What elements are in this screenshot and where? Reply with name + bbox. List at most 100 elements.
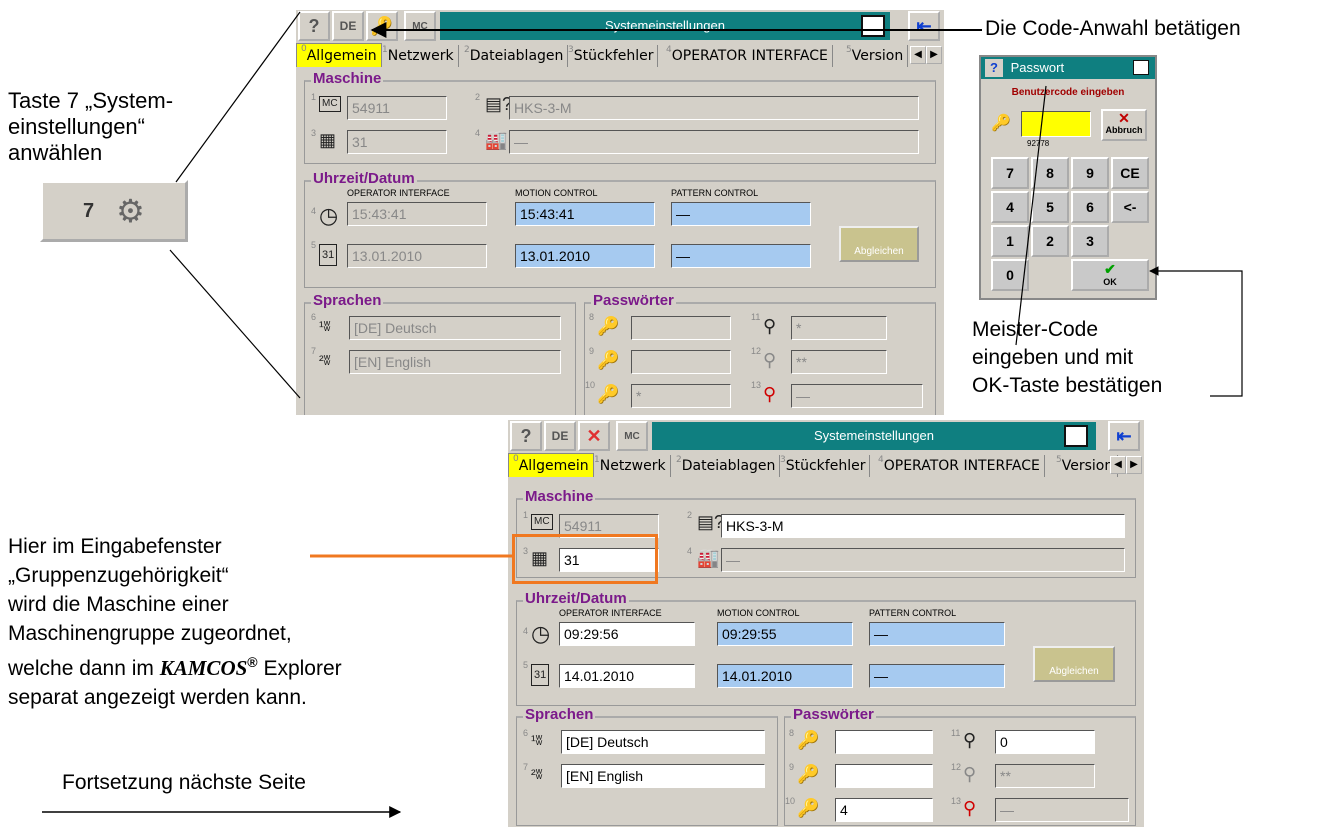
- field-number: 7: [523, 762, 529, 772]
- date-mc-field[interactable]: 14.01.2010: [717, 664, 853, 688]
- field-number: 4: [311, 206, 317, 216]
- time-oi-field[interactable]: 15:43:41: [347, 202, 487, 226]
- password12-field[interactable]: **: [791, 350, 887, 374]
- password8-field[interactable]: [835, 730, 933, 754]
- tab-dateiablagen[interactable]: 2Dateiablagen: [460, 45, 569, 67]
- language-button[interactable]: DE: [544, 421, 576, 451]
- tab-allgemein[interactable]: 0Allgemein: [508, 453, 594, 477]
- key-2[interactable]: 2: [1031, 225, 1069, 257]
- language2-field[interactable]: [EN] English: [561, 764, 765, 788]
- key-5[interactable]: 5: [1031, 191, 1069, 223]
- location-field[interactable]: —: [721, 548, 1125, 572]
- language1-field[interactable]: [DE] Deutsch: [561, 730, 765, 754]
- password11-field[interactable]: *: [791, 316, 887, 340]
- book-icon[interactable]: [1064, 425, 1088, 447]
- tab-scroll[interactable]: ◀ ▶: [910, 46, 942, 64]
- date-oi-field[interactable]: 14.01.2010: [559, 664, 695, 688]
- tab-stueckfehler[interactable]: 3Stückfehler: [564, 45, 659, 67]
- key-8[interactable]: 8: [1031, 157, 1069, 189]
- tab-version[interactable]: 5Version: [1052, 455, 1119, 477]
- key-7[interactable]: 7: [991, 157, 1029, 189]
- tab-operator-interface[interactable]: 4OPERATOR INTERFACE: [662, 45, 833, 67]
- kamcos-brand: KAMCOS: [159, 656, 248, 680]
- cancel-button[interactable]: ✕ Abbruch: [1101, 109, 1147, 141]
- language2-field[interactable]: [EN] English: [349, 350, 561, 374]
- language-button[interactable]: DE: [332, 11, 364, 41]
- tab-allgemein[interactable]: 0Allgemein: [296, 43, 382, 67]
- time-pc-field[interactable]: —: [869, 622, 1005, 646]
- sync-button[interactable]: Abgleichen: [839, 226, 919, 262]
- password11-field[interactable]: 0: [995, 730, 1095, 754]
- field-number: 5: [311, 240, 317, 250]
- date-pc-field[interactable]: —: [671, 244, 811, 268]
- password9-icon: 🔑: [597, 350, 620, 370]
- tab-dateiablagen[interactable]: 2Dateiablagen: [672, 455, 781, 477]
- tab-scroll[interactable]: ◀ ▶: [1110, 456, 1142, 474]
- tab-left-icon[interactable]: ◀: [1110, 456, 1126, 474]
- key-1[interactable]: 1: [991, 225, 1029, 257]
- taste7-button[interactable]: 7 ⚙: [40, 180, 188, 242]
- code-key-crossed-button[interactable]: ✕: [578, 421, 610, 451]
- password12-icon: ⚲: [763, 350, 777, 370]
- password13-field[interactable]: —: [995, 798, 1129, 822]
- machine-number-field[interactable]: 54911: [347, 96, 447, 120]
- password10-field[interactable]: 4: [835, 798, 933, 822]
- settings-window-bottom: ? DE ✕ MC Systemeinstellungen ⇤ 0Allgeme…: [508, 420, 1144, 827]
- password9-field[interactable]: [631, 350, 731, 374]
- location-field[interactable]: —: [509, 130, 919, 154]
- key-backspace[interactable]: <-: [1111, 191, 1149, 223]
- mc-button[interactable]: MC: [404, 11, 436, 41]
- group-membership-field[interactable]: 31: [347, 130, 447, 154]
- meister-annotation: Meister-Code eingeben und mit OK-Taste b…: [972, 316, 1162, 400]
- tab-stueckfehler[interactable]: 3Stückfehler: [776, 455, 871, 477]
- exit-button[interactable]: ⇤: [908, 11, 940, 41]
- language1-field[interactable]: [DE] Deutsch: [349, 316, 561, 340]
- time-oi-field[interactable]: 09:29:56: [559, 622, 695, 646]
- help-button[interactable]: ?: [298, 11, 330, 41]
- tab-version[interactable]: 5Version: [842, 45, 909, 67]
- machine-type-field[interactable]: HKS-3-M: [721, 514, 1125, 538]
- code-input[interactable]: [1021, 111, 1091, 137]
- tab-right-icon[interactable]: ▶: [1126, 456, 1142, 474]
- calendar-icon: 31: [531, 664, 550, 686]
- tab-operator-interface[interactable]: 4OPERATOR INTERFACE: [874, 455, 1045, 477]
- key-4[interactable]: 4: [991, 191, 1029, 223]
- exit-button[interactable]: ⇤: [1108, 421, 1140, 451]
- mc-button[interactable]: MC: [616, 421, 648, 451]
- machine-type-field[interactable]: HKS-3-M: [509, 96, 919, 120]
- hier-line5-end: Explorer: [257, 657, 342, 680]
- date-mc-field[interactable]: 13.01.2010: [515, 244, 655, 268]
- date-pc-field[interactable]: —: [869, 664, 1005, 688]
- group-label: Passwörter: [591, 292, 676, 309]
- password8-field[interactable]: [631, 316, 731, 340]
- ok-button[interactable]: ✔ OK: [1071, 259, 1149, 291]
- hier-line5: welche dann im KAMCOS® Explorer: [8, 648, 342, 683]
- key-6[interactable]: 6: [1071, 191, 1109, 223]
- field-number: 9: [789, 762, 795, 772]
- help-icon[interactable]: ?: [985, 59, 1003, 77]
- time-mc-field[interactable]: 15:43:41: [515, 202, 655, 226]
- help-button[interactable]: ?: [510, 421, 542, 451]
- password9-field[interactable]: [835, 764, 933, 788]
- time-mc-field[interactable]: 09:29:55: [717, 622, 853, 646]
- settings-window-top: ? DE 🔑 MC Systemeinstellungen ⇤ 0Allgeme…: [296, 10, 944, 415]
- book-icon[interactable]: [1133, 60, 1149, 75]
- tab-left-icon[interactable]: ◀: [910, 46, 926, 64]
- date-oi-field[interactable]: 13.01.2010: [347, 244, 487, 268]
- key-0[interactable]: 0: [991, 259, 1029, 291]
- password13-field[interactable]: —: [791, 384, 923, 408]
- code-key-button[interactable]: 🔑: [366, 11, 398, 41]
- key-3[interactable]: 3: [1071, 225, 1109, 257]
- time-pc-field[interactable]: —: [671, 202, 811, 226]
- book-icon[interactable]: [861, 15, 885, 37]
- tab-netzwerk[interactable]: 1Netzwerk: [378, 45, 459, 67]
- key-9[interactable]: 9: [1071, 157, 1109, 189]
- field-number: 9: [589, 346, 595, 356]
- password12-field[interactable]: **: [995, 764, 1095, 788]
- sync-button[interactable]: Abgleichen: [1033, 646, 1115, 682]
- password10-field[interactable]: *: [631, 384, 731, 408]
- tab-right-icon[interactable]: ▶: [926, 46, 942, 64]
- field-number: 7: [311, 346, 317, 356]
- key-ce[interactable]: CE: [1111, 157, 1149, 189]
- tab-netzwerk[interactable]: 1Netzwerk: [590, 455, 671, 477]
